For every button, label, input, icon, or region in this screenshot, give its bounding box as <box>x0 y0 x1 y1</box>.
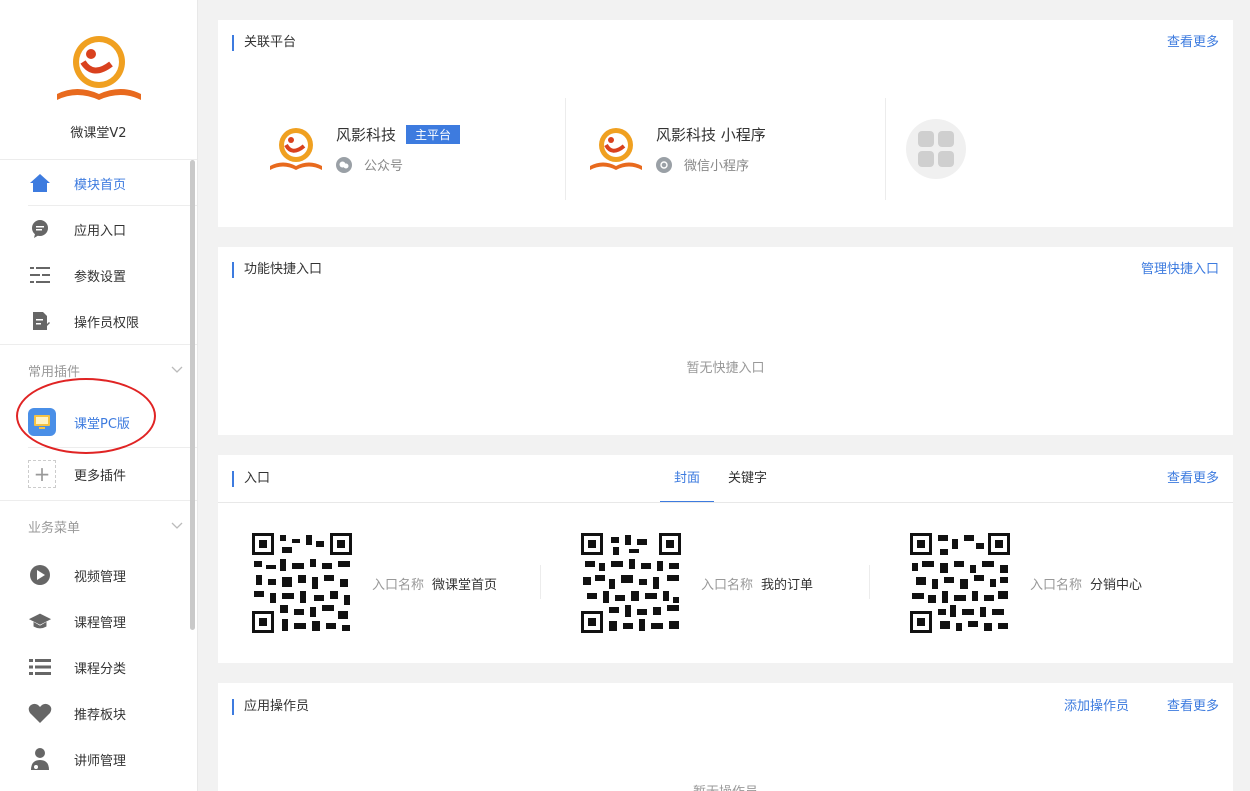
nav-item-module-home[interactable]: 模块首页 <box>0 160 197 206</box>
platform-card: 关联平台 查看更多 风影科技 主平台 公众号 风影科技 小程序 微信小程序 <box>218 20 1233 227</box>
chevron-down-icon <box>171 519 183 534</box>
platform-item-mini-program[interactable]: 风影科技 小程序 微信小程序 <box>538 98 858 200</box>
sidebar: 微课堂V2 模块首页 应用入口 参数设置 操作员权限 常用插件 课堂PC版 + … <box>0 0 198 791</box>
entry-name-label: 入口名称 <box>701 577 754 593</box>
empty-state: 暂无操作员 <box>218 781 1233 791</box>
nav-item-recommend[interactable]: 推荐板块 <box>0 690 197 736</box>
qr-code-image[interactable] <box>581 533 681 633</box>
main-platform-badge: 主平台 <box>406 125 461 144</box>
group-label: 业务菜单 <box>28 521 81 536</box>
group-label: 常用插件 <box>28 365 81 380</box>
graduation-cap-icon <box>28 609 52 633</box>
entry-item: 入口名称 微课堂首页 <box>252 533 497 633</box>
document-edit-icon <box>28 309 52 333</box>
nav-item-video[interactable]: 视频管理 <box>0 552 197 598</box>
nav-item-more-plugins[interactable]: + 更多插件 <box>0 448 197 500</box>
chat-icon <box>28 217 52 241</box>
view-more-link[interactable]: 查看更多 <box>1167 699 1219 715</box>
mini-program-icon <box>656 156 672 173</box>
entry-card: 入口 封面 关键字 查看更多 入口名称 微课堂首页 入口名称 我的订单 入口名称… <box>218 455 1233 663</box>
platform-type: 微信小程序 <box>684 159 750 174</box>
qr-code-image[interactable] <box>910 533 1010 633</box>
nav-label: 更多插件 <box>74 468 127 484</box>
platform-name: 风影科技 <box>336 126 397 144</box>
home-icon <box>28 171 52 195</box>
highlight-annotation <box>16 378 156 454</box>
nav-label: 课程管理 <box>74 615 127 631</box>
play-icon <box>28 563 52 587</box>
nav-item-operator-permission[interactable]: 操作员权限 <box>0 298 197 344</box>
nav-label: 推荐板块 <box>74 707 127 723</box>
nav-item-category[interactable]: 课程分类 <box>0 644 197 690</box>
divider <box>885 98 886 200</box>
platform-logo <box>270 128 322 170</box>
sidebar-scrollbar[interactable] <box>190 160 195 630</box>
nav-item-settings[interactable]: 参数设置 <box>0 252 197 298</box>
platform-logo <box>590 128 642 170</box>
empty-state: 暂无快捷入口 <box>686 361 765 376</box>
nav-item-teacher[interactable]: 讲师管理 <box>0 736 197 782</box>
platform-name: 风影科技 小程序 <box>656 126 766 144</box>
nav-label: 课程分类 <box>74 661 127 677</box>
add-operator-link[interactable]: 添加操作员 <box>1064 699 1129 715</box>
group-header-business[interactable]: 业务菜单 <box>0 500 197 552</box>
view-more-link[interactable]: 查看更多 <box>1167 471 1219 487</box>
nav-label: 操作员权限 <box>74 315 140 331</box>
list-icon <box>28 655 52 679</box>
entry-name-label: 入口名称 <box>1030 577 1083 593</box>
plus-icon: + <box>28 460 56 488</box>
qr-code-image[interactable] <box>252 533 352 633</box>
entry-name-label: 入口名称 <box>372 577 425 593</box>
card-title: 功能快捷入口 <box>232 262 322 278</box>
nav-item-course[interactable]: 课程管理 <box>0 598 197 644</box>
divider <box>540 565 541 599</box>
entry-name-value: 微课堂首页 <box>432 577 498 593</box>
divider <box>218 502 1233 503</box>
operator-card: 应用操作员 添加操作员 查看更多 暂无操作员 <box>218 683 1233 791</box>
card-title: 关联平台 <box>232 35 296 51</box>
view-more-link[interactable]: 查看更多 <box>1167 35 1219 51</box>
entry-name-value: 分销中心 <box>1090 577 1143 593</box>
app-name: 微课堂V2 <box>70 126 127 141</box>
entry-name-value: 我的订单 <box>761 577 814 593</box>
chevron-down-icon <box>171 363 183 378</box>
app-header: 微课堂V2 <box>0 0 197 160</box>
entry-tabs: 封面 关键字 <box>660 455 781 503</box>
nav-label: 应用入口 <box>74 223 127 239</box>
nav-label: 讲师管理 <box>74 753 127 769</box>
shortcut-card: 功能快捷入口 管理快捷入口 暂无快捷入口 <box>218 247 1233 435</box>
card-title: 入口 <box>232 471 270 487</box>
nav-item-app-entry[interactable]: 应用入口 <box>0 206 197 252</box>
nav-label: 视频管理 <box>74 569 127 585</box>
platform-type: 公众号 <box>364 159 404 174</box>
app-logo <box>56 36 141 100</box>
wechat-icon <box>336 156 352 173</box>
teacher-icon <box>28 747 52 771</box>
tab-cover[interactable]: 封面 <box>660 455 715 503</box>
nav-label: 参数设置 <box>74 269 127 285</box>
entry-item: 入口名称 分销中心 <box>910 533 1142 633</box>
heart-icon <box>28 701 52 725</box>
entry-item: 入口名称 我的订单 <box>581 533 813 633</box>
platform-item-official-account[interactable]: 风影科技 主平台 公众号 <box>218 98 538 200</box>
card-title: 应用操作员 <box>232 699 309 715</box>
nav-label: 模块首页 <box>74 177 127 193</box>
apps-grid-icon[interactable] <box>906 119 966 179</box>
manage-shortcut-link[interactable]: 管理快捷入口 <box>1141 262 1219 278</box>
tab-keyword[interactable]: 关键字 <box>714 455 781 503</box>
settings-list-icon <box>28 263 52 287</box>
divider <box>869 565 870 599</box>
